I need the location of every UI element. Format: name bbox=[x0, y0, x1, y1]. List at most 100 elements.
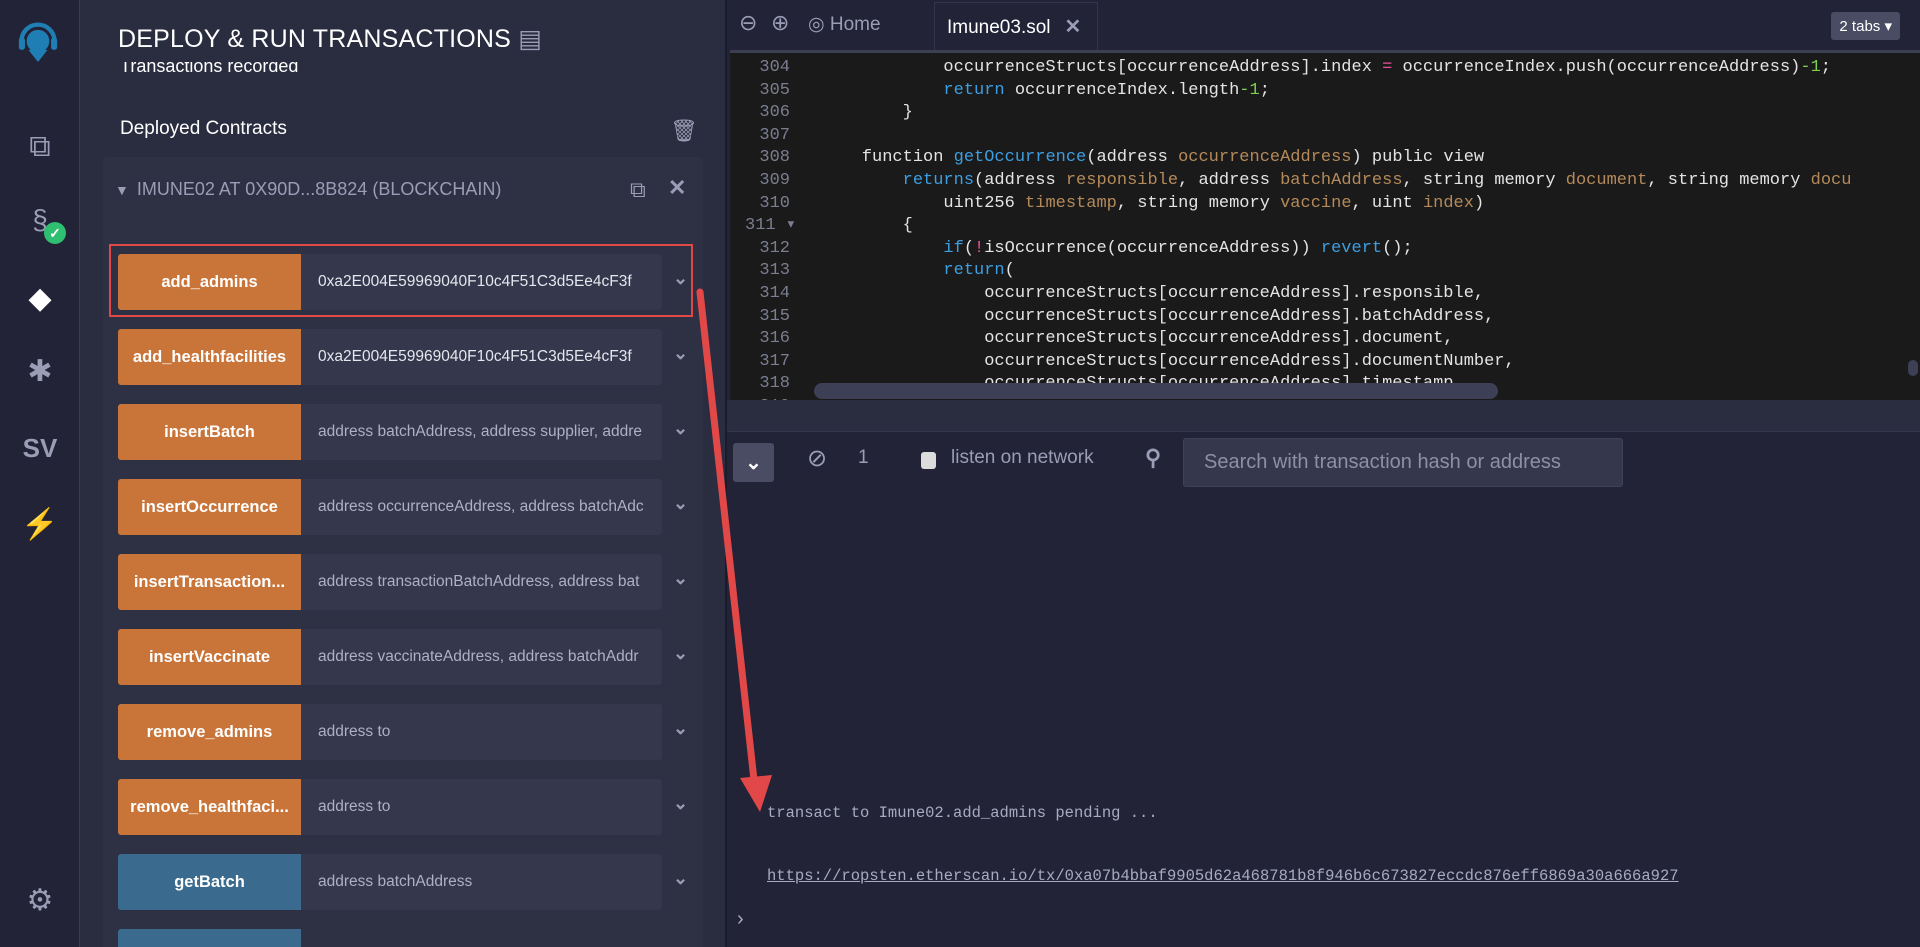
function-button[interactable]: insertTransaction... bbox=[118, 554, 301, 610]
terminal-message: transact to Imune02.add_admins pending .… bbox=[767, 804, 1158, 822]
function-row: insertBatch address batchAddress, address… bbox=[118, 404, 688, 460]
line-number: 315 bbox=[759, 306, 790, 326]
code-text: } bbox=[821, 102, 913, 125]
code-line[interactable]: 304 occurrenceStructs[occurrenceAddress]… bbox=[730, 57, 1920, 80]
function-args-input[interactable]: address occurrenceAddress, address batch… bbox=[301, 479, 662, 535]
chevron-down-icon[interactable]: ⌄ bbox=[673, 643, 688, 664]
code-token: (); bbox=[1382, 238, 1413, 258]
line-number: 308 bbox=[759, 148, 790, 168]
icon-sidebar: ⧉ § ✓ ◆ ✱ SV ⚡ ⚙ bbox=[0, 0, 80, 947]
solidity-compiler-icon[interactable]: § ✓ bbox=[20, 200, 66, 244]
tab-imune03[interactable]: Imune03.sol ✕ bbox=[934, 2, 1098, 50]
remix-logo-icon[interactable] bbox=[18, 22, 58, 62]
code-line[interactable]: 307 bbox=[730, 125, 1920, 148]
function-button[interactable]: add_healthfacilities bbox=[118, 329, 301, 385]
settings-icon[interactable]: ⚙ bbox=[20, 880, 60, 920]
chevron-down-icon[interactable]: ⌄ bbox=[673, 493, 688, 514]
code-token: return bbox=[821, 261, 1005, 281]
plugin-manager-icon[interactable]: ⚡ bbox=[20, 504, 60, 544]
deploy-run-icon[interactable]: ◆ bbox=[20, 278, 60, 318]
solidity-verify-icon[interactable]: SV bbox=[20, 428, 60, 468]
code-line[interactable]: 315 occurrenceStructs[occurrenceAddress]… bbox=[730, 306, 1920, 329]
documentation-icon[interactable]: ▤ bbox=[518, 25, 542, 53]
tabs-dropdown[interactable]: 2 tabs ▾ bbox=[1831, 12, 1900, 40]
code-token: , string memory bbox=[1647, 171, 1811, 190]
line-number: 314 bbox=[759, 284, 790, 303]
vertical-scrollbar[interactable] bbox=[1908, 360, 1918, 376]
trash-icon[interactable]: 🗑 bbox=[670, 118, 698, 144]
code-token: occurrenceStructs[occurrenceAddress].doc… bbox=[821, 329, 1454, 349]
function-button[interactable]: getBatch bbox=[118, 854, 301, 910]
function-button[interactable]: insertOccurrence bbox=[118, 479, 301, 535]
chevron-down-icon[interactable]: ⌄ bbox=[673, 718, 688, 739]
function-args-input[interactable]: address transactionBatchAddress, address… bbox=[301, 554, 662, 610]
code-token: ) bbox=[1473, 193, 1485, 213]
code-line[interactable]: 314 occurrenceStructs[occurrenceAddress]… bbox=[730, 283, 1920, 306]
code-line[interactable]: 308 function getOccurrence(address occur… bbox=[730, 147, 1920, 170]
chevron-down-icon[interactable]: ⌄ bbox=[673, 343, 688, 364]
code-editor[interactable]: 304 occurrenceStructs[occurrenceAddress]… bbox=[730, 50, 1920, 400]
function-button[interactable]: remove_healthfaci... bbox=[118, 779, 301, 835]
code-line[interactable]: 313 return( bbox=[730, 260, 1920, 283]
chevron-down-icon[interactable]: ⌄ bbox=[673, 418, 688, 439]
function-button[interactable] bbox=[118, 929, 301, 947]
code-token: docu bbox=[1810, 171, 1852, 190]
function-args-input[interactable]: address to bbox=[301, 704, 662, 760]
code-line[interactable]: 311 ▾ { bbox=[730, 215, 1920, 238]
transactions-recorded-label[interactable]: Transactions recorded bbox=[120, 62, 298, 82]
tab-label: Imune03.sol bbox=[947, 17, 1051, 38]
search-icon: ⚲ bbox=[1145, 445, 1162, 470]
zoom-out-icon[interactable]: ⊖ bbox=[739, 10, 757, 36]
panel-title: DEPLOY & RUN TRANSACTIONS ▤ bbox=[118, 24, 542, 54]
line-number: 312 bbox=[759, 238, 790, 258]
etherscan-link[interactable]: https://ropsten.etherscan.io/tx/0xa07b4b… bbox=[767, 867, 1679, 885]
code-token: index bbox=[1422, 193, 1474, 213]
horizontal-scrollbar[interactable] bbox=[814, 383, 1498, 399]
function-button[interactable]: insertVaccinate bbox=[118, 629, 301, 685]
function-button[interactable]: insertBatch bbox=[118, 404, 301, 460]
function-args-input[interactable]: address batchAddress bbox=[301, 854, 662, 910]
code-token: ( bbox=[1004, 261, 1015, 281]
line-number: 306 bbox=[759, 103, 790, 123]
clear-console-icon[interactable]: ⊘ bbox=[807, 444, 827, 473]
function-args-input[interactable]: 0xa2E004E59969040F10c4F51C3d5Ee4cF3f bbox=[301, 329, 662, 385]
tabs-count: 2 tabs bbox=[1839, 18, 1881, 35]
chevron-down-icon[interactable]: ⌄ bbox=[673, 568, 688, 589]
code-line[interactable]: 312 if(!isOccurrence(occurrenceAddress))… bbox=[730, 238, 1920, 261]
chevron-down-icon[interactable]: ⌄ bbox=[673, 793, 688, 814]
code-token: occurrenceAddress bbox=[1178, 148, 1352, 168]
function-args-input[interactable]: address to bbox=[301, 779, 662, 835]
close-icon[interactable]: ✕ bbox=[668, 175, 686, 201]
code-token: ; bbox=[1820, 58, 1831, 77]
terminal-prompt[interactable]: › bbox=[737, 908, 744, 931]
code-line[interactable]: 310 uint256 timestamp, string memory vac… bbox=[730, 193, 1920, 216]
search-input[interactable] bbox=[1183, 438, 1623, 487]
copy-icon[interactable]: ⧉ bbox=[630, 177, 646, 203]
terminal-resize-bar[interactable] bbox=[727, 400, 1920, 432]
code-token: { bbox=[821, 216, 913, 236]
code-line[interactable]: 317 occurrenceStructs[occurrenceAddress]… bbox=[730, 351, 1920, 374]
function-args-input[interactable]: address vaccinateAddress, address batchA… bbox=[301, 629, 662, 685]
function-row: add_healthfacilities 0xa2E004E59969040F10… bbox=[118, 329, 688, 385]
line-number: 307 bbox=[759, 125, 790, 145]
collapse-terminal-button[interactable]: ⌄ bbox=[733, 443, 774, 482]
debugger-icon[interactable]: ✱ bbox=[20, 351, 60, 391]
code-line[interactable]: 306 } bbox=[730, 102, 1920, 125]
double-chevron-down-icon: ⌄ bbox=[745, 452, 762, 474]
chevron-down-icon[interactable]: ▼ bbox=[115, 182, 129, 198]
tab-home[interactable]: ◎ Home bbox=[808, 13, 881, 36]
function-args-input[interactable]: address batchAddress, address supplier, … bbox=[301, 404, 662, 460]
zoom-in-icon[interactable]: ⊕ bbox=[771, 10, 789, 36]
code-line[interactable]: 309 returns(address responsible, address… bbox=[730, 170, 1920, 193]
close-tab-icon[interactable]: ✕ bbox=[1065, 16, 1082, 38]
code-line[interactable]: 305 return occurrenceIndex.length-1; bbox=[730, 80, 1920, 103]
code-text: if(!isOccurrence(occurrenceAddress)) rev… bbox=[821, 238, 1413, 261]
code-line[interactable]: 316 occurrenceStructs[occurrenceAddress]… bbox=[730, 328, 1920, 351]
code-token: isOccurrence(occurrenceAddress)) bbox=[984, 238, 1321, 258]
line-number: 304 bbox=[759, 58, 790, 77]
file-explorer-icon[interactable]: ⧉ bbox=[20, 127, 60, 167]
contract-header[interactable]: ▼ IMUNE02 AT 0X90D...8B824 (BLOCKCHAIN) bbox=[115, 179, 501, 200]
function-button[interactable]: remove_admins bbox=[118, 704, 301, 760]
listen-checkbox[interactable] bbox=[921, 452, 936, 469]
chevron-down-icon[interactable]: ⌄ bbox=[673, 868, 688, 889]
